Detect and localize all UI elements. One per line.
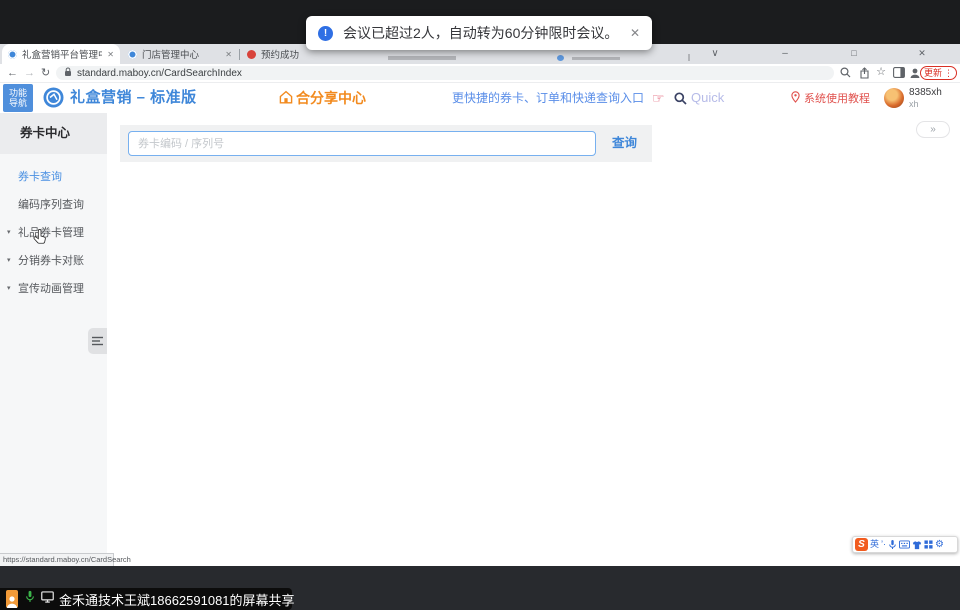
- sidebar-item-card-search[interactable]: 券卡查询: [0, 163, 107, 191]
- tab-favicon-icon: [128, 50, 137, 59]
- new-tab-button-sliver: [688, 54, 690, 61]
- microphone-active-icon: [25, 590, 35, 608]
- microphone-icon[interactable]: [888, 539, 897, 550]
- meeting-notification-banner: ! 会议已超过2人，自动转为60分钟限时会议。 ✕: [306, 16, 652, 50]
- shared-screen: 礼盒营销平台管理中心 ✕ 门店管理中心 ✕ 预约成功 ∨ – □ ✕: [0, 0, 960, 610]
- notification-close-icon[interactable]: ✕: [630, 26, 640, 40]
- reload-icon[interactable]: ↻: [41, 64, 50, 82]
- tab-close-icon[interactable]: ✕: [225, 50, 232, 59]
- quick-label[interactable]: Quick: [691, 83, 724, 113]
- sidebar-title: 券卡中心: [0, 113, 107, 154]
- content-area: 查询 »: [107, 113, 960, 566]
- nav-line: 功能: [3, 88, 33, 98]
- sidebar-item-label: 分销券卡对账: [18, 255, 84, 267]
- obscured-tab-sliver: [388, 56, 456, 60]
- more-menu-icon: ⋮: [944, 67, 953, 79]
- quick-search-icon[interactable]: [674, 92, 687, 110]
- system-tutorial-link[interactable]: 系统使用教程: [791, 83, 870, 113]
- sidebar: 券卡中心 券卡查询 编码序列查询 ▾ 礼品券卡管理 ▾ 分销券卡对账 ▾ 宣传动…: [0, 113, 107, 566]
- address-bar[interactable]: standard.maboy.cn/CardSearchIndex: [56, 66, 834, 80]
- sidebar-item-gift-card-management[interactable]: ▾ 礼品券卡管理: [0, 219, 107, 247]
- user-subname: xh: [909, 99, 919, 109]
- tab-separator: [239, 49, 240, 60]
- tab-favicon-icon: [247, 50, 256, 59]
- bottom-taskbar: 金禾通技术王斌18662591081的屏幕共享: [0, 566, 960, 610]
- share-center-label: 合分享中心: [296, 88, 366, 108]
- screen-share-text: 金禾通技术王斌18662591081的屏幕共享: [59, 590, 295, 609]
- user-avatar[interactable]: [884, 88, 904, 108]
- lock-icon: [64, 64, 72, 82]
- expand-panel-button[interactable]: »: [916, 121, 950, 138]
- brand-logo-icon: [43, 87, 64, 108]
- mouse-hand-cursor: [33, 229, 47, 251]
- chrome-update-button[interactable]: 更新 ⋮: [920, 66, 957, 80]
- bookmark-star-icon[interactable]: ☆: [874, 65, 888, 78]
- sidebar-item-promo-animation[interactable]: ▾ 宣传动画管理: [0, 275, 107, 303]
- card-search-panel: 查询: [120, 125, 652, 162]
- app-header: 功能 导航 礼盒营销 – 标准版 合分享中心 更快捷的券卡、订单和快递查询入口 …: [0, 83, 960, 113]
- tab-label: 门店管理中心: [142, 47, 220, 61]
- user-name: 8385xh: [909, 87, 942, 98]
- share-center-link[interactable]: 合分享中心: [279, 83, 366, 113]
- sidebar-item-label: 宣传动画管理: [18, 283, 84, 295]
- tab-store-admin[interactable]: 门店管理中心 ✕: [122, 44, 238, 64]
- card-search-input[interactable]: [128, 131, 596, 156]
- sogou-logo-icon[interactable]: S: [855, 538, 868, 551]
- zoom-icon[interactable]: [838, 67, 852, 80]
- side-panel-icon[interactable]: [892, 67, 906, 80]
- skin-shirt-icon[interactable]: [912, 540, 922, 550]
- sidebar-item-distribution-reconciliation[interactable]: ▾ 分销券卡对账: [0, 247, 107, 275]
- browser-window: 礼盒营销平台管理中心 ✕ 门店管理中心 ✕ 预约成功 ∨ – □ ✕: [0, 44, 960, 566]
- sidebar-item-code-sequence-search[interactable]: 编码序列查询: [0, 191, 107, 219]
- tab-search-chevron-icon[interactable]: ∨: [706, 44, 724, 64]
- tab-close-icon[interactable]: ✕: [107, 50, 114, 59]
- url-text: standard.maboy.cn/CardSearchIndex: [77, 68, 242, 79]
- house-icon: [279, 90, 293, 107]
- search-query-button[interactable]: 查询: [612, 125, 637, 162]
- tab-label: 礼盒营销平台管理中心: [22, 47, 102, 61]
- sidebar-item-label: 礼品券卡管理: [18, 227, 84, 239]
- tab-favicon-icon: [8, 50, 17, 59]
- share-icon[interactable]: [857, 67, 871, 80]
- toolbox-grid-icon[interactable]: [924, 540, 933, 549]
- obscured-tab-sliver: [572, 57, 620, 60]
- location-pin-icon: [791, 91, 800, 106]
- nav-line: 导航: [3, 98, 33, 108]
- info-icon: !: [318, 26, 333, 41]
- sidebar-collapse-handle[interactable]: [88, 328, 107, 354]
- status-url-tooltip: https://standard.maboy.cn/CardSearch: [0, 553, 114, 566]
- obscured-tab-favicon: [557, 55, 564, 61]
- tab-giftbox-admin[interactable]: 礼盒营销平台管理中心 ✕: [2, 44, 120, 64]
- keyboard-icon[interactable]: [899, 540, 910, 549]
- window-close-icon[interactable]: ✕: [913, 44, 931, 64]
- screen-share-icon: [41, 590, 54, 608]
- ime-language-mode[interactable]: 英: [870, 537, 879, 552]
- caret-down-icon: ▾: [7, 219, 11, 247]
- app-title: 礼盒营销 – 标准版: [70, 83, 197, 113]
- quick-entry-text: 更快捷的券卡、订单和快递查询入口: [452, 83, 644, 113]
- caret-down-icon: ▾: [7, 275, 11, 303]
- presenter-avatar-icon: [6, 590, 18, 608]
- ime-settings-gear-icon[interactable]: ⚙: [935, 537, 944, 552]
- function-nav-button[interactable]: 功能 导航: [3, 84, 33, 112]
- browser-toolbar: ← → ↻ standard.maboy.cn/CardSearchIndex …: [0, 64, 960, 83]
- ime-punctuation-mode[interactable]: ’·: [881, 537, 886, 552]
- window-maximize-icon[interactable]: □: [845, 44, 863, 64]
- screen-share-pill[interactable]: 金禾通技术王斌18662591081的屏幕共享: [0, 588, 292, 610]
- forward-icon[interactable]: →: [24, 64, 35, 82]
- notification-text: 会议已超过2人，自动转为60分钟限时会议。: [343, 23, 622, 43]
- pointing-finger-icon: ☞: [652, 83, 665, 113]
- caret-down-icon: ▾: [7, 247, 11, 275]
- update-label: 更新: [924, 67, 942, 79]
- tutorial-label: 系统使用教程: [804, 90, 870, 106]
- sogou-ime-bar: S 英 ’· ⚙: [852, 536, 958, 553]
- back-icon[interactable]: ←: [7, 64, 18, 82]
- window-minimize-icon[interactable]: –: [776, 44, 794, 64]
- page-body: 券卡中心 券卡查询 编码序列查询 ▾ 礼品券卡管理 ▾ 分销券卡对账 ▾ 宣传动…: [0, 113, 960, 566]
